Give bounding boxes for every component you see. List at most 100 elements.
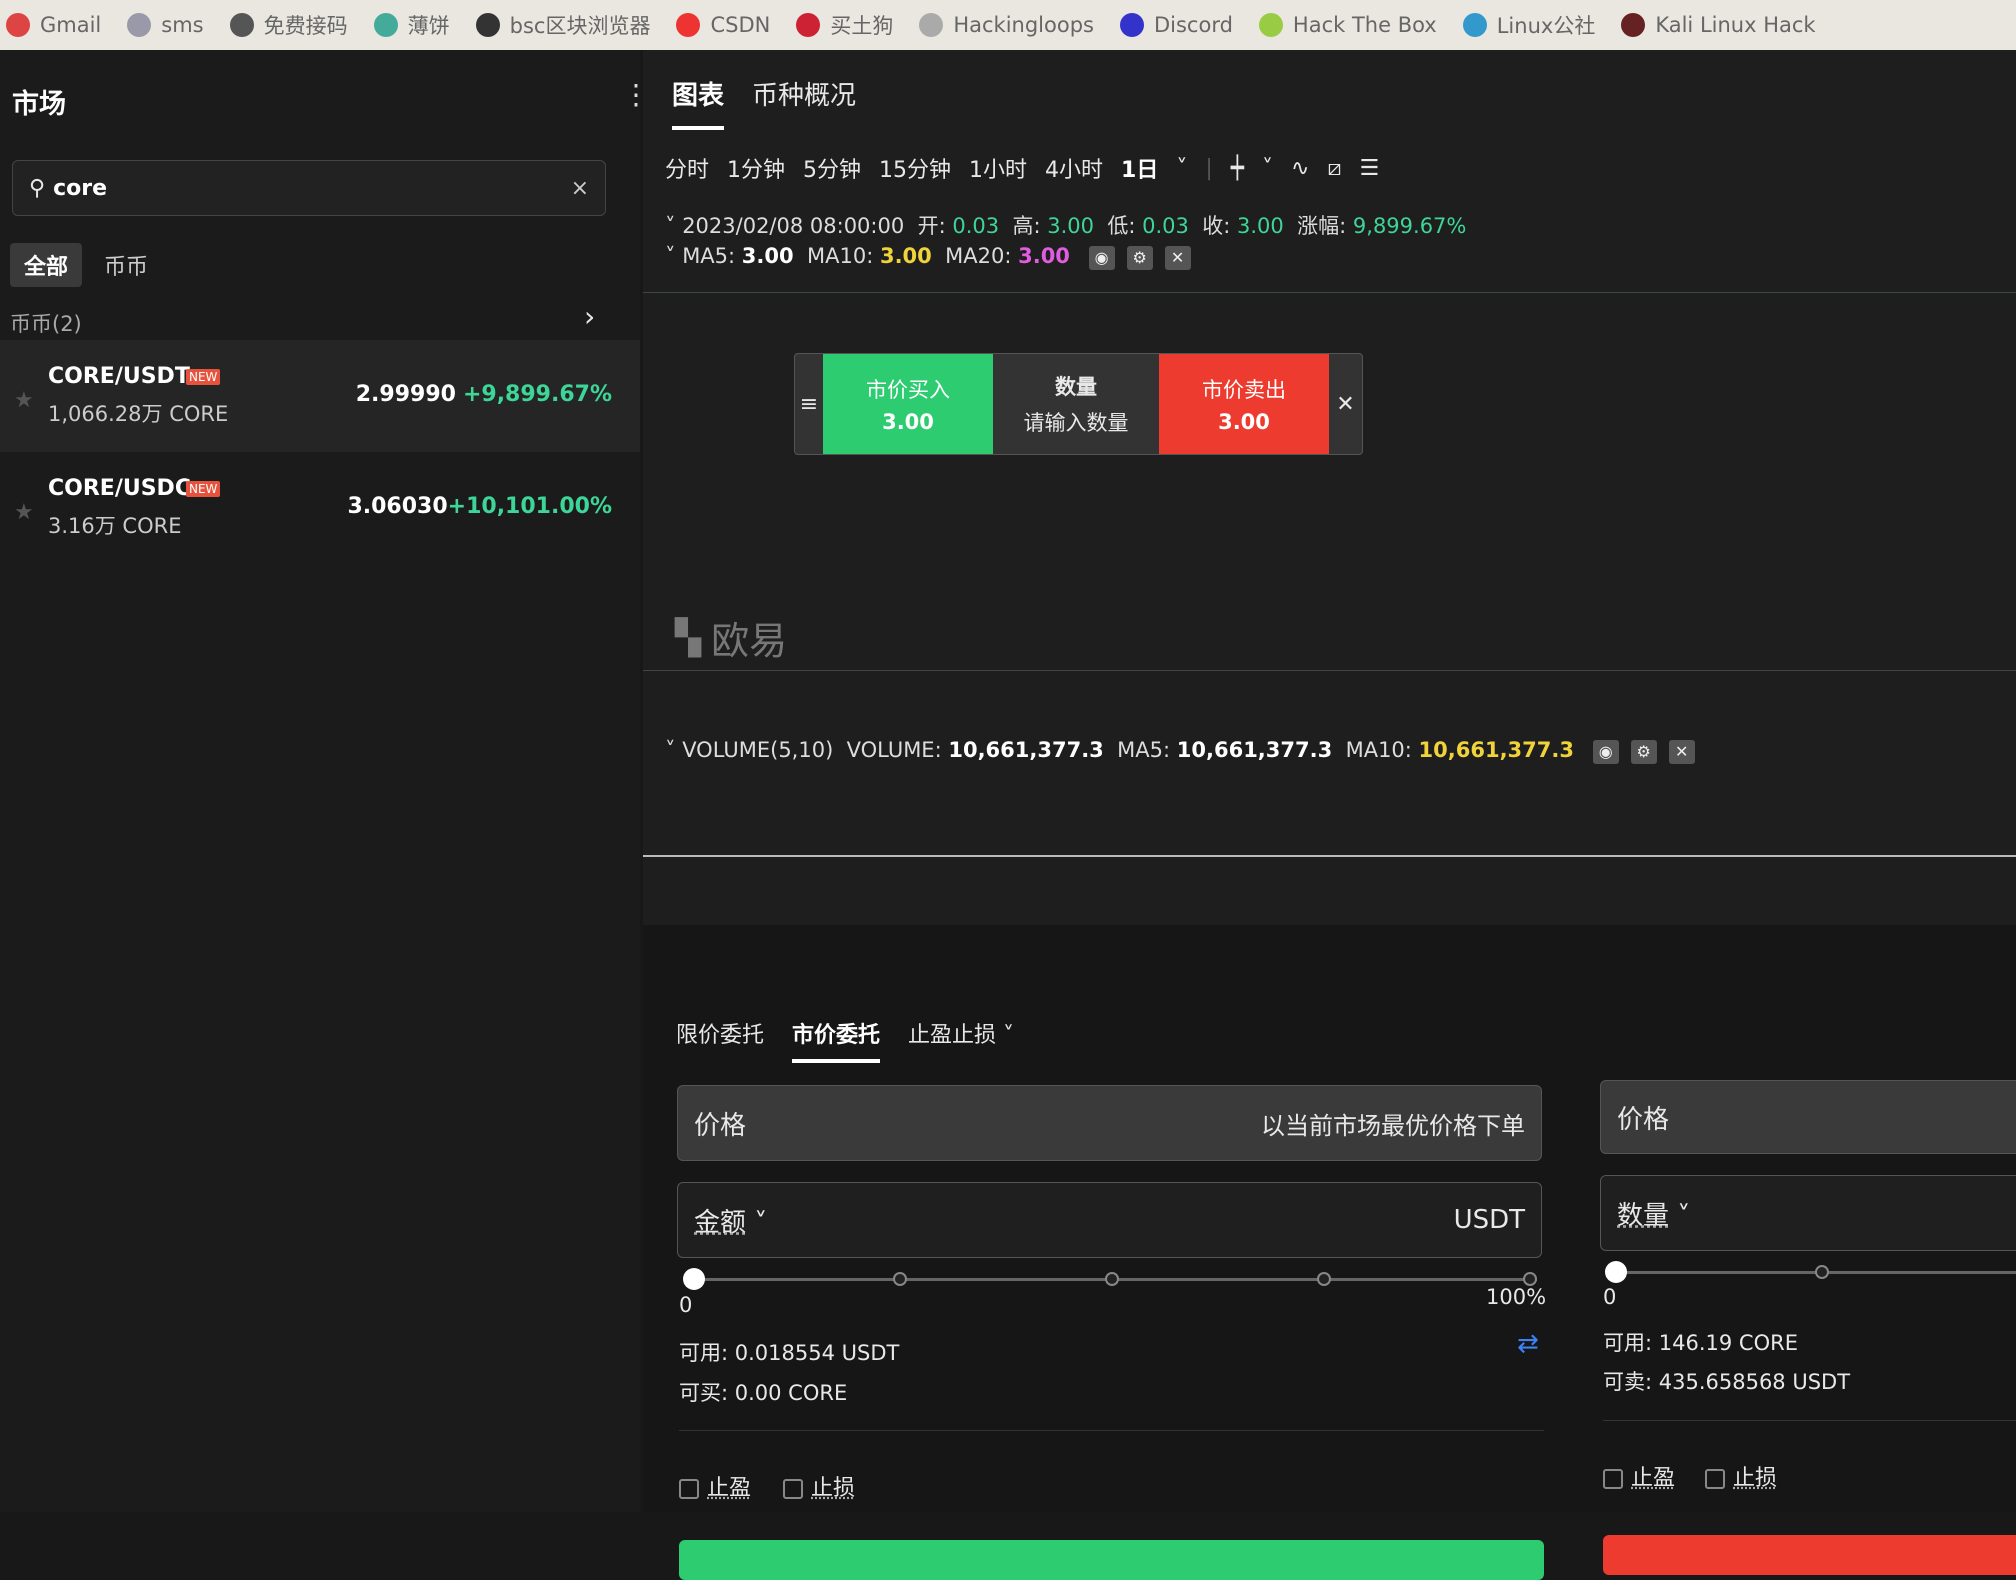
bookmark-icon	[127, 13, 152, 37]
sell-can-sell: 可卖: 435.658568 USDT	[1603, 1370, 1851, 1394]
buy-can-buy: 可买: 0.00 CORE	[679, 1381, 848, 1405]
okx-watermark: ▚ 欧易	[675, 617, 788, 664]
candlestick-icon[interactable]: ┿	[1231, 156, 1244, 181]
chevron-right-icon[interactable]: ›	[584, 300, 595, 333]
bookmark-item[interactable]: 买土狗	[796, 10, 893, 40]
stop-loss-checkbox[interactable]: 止损	[783, 1470, 855, 1502]
search-icon: ⚲	[29, 175, 46, 201]
sell-price-field[interactable]: 价格	[1600, 1080, 2016, 1154]
quantity-input[interactable]: 数量 请输入数量	[993, 354, 1159, 454]
stop-loss-checkbox[interactable]: 止损	[1705, 1460, 1777, 1492]
tab-limit[interactable]: 限价委托	[676, 1017, 764, 1063]
interval-1[interactable]: 1分钟	[727, 152, 785, 184]
line-chart-icon[interactable]: ∿	[1291, 156, 1309, 181]
interval-5[interactable]: 4小时	[1045, 152, 1103, 184]
chevron-down-icon[interactable]: ˅	[1262, 156, 1273, 181]
interval-2[interactable]: 5分钟	[803, 152, 861, 184]
close-icon[interactable]: ✕	[1164, 246, 1191, 270]
new-badge: NEW	[186, 369, 221, 385]
bookmark-item[interactable]: sms	[127, 13, 204, 37]
interval-3[interactable]: 15分钟	[879, 152, 951, 184]
bookmark-icon	[1621, 13, 1646, 37]
gear-icon[interactable]: ⚙	[1630, 740, 1657, 764]
slider-handle[interactable]	[1605, 1261, 1627, 1283]
star-icon[interactable]: ★	[14, 388, 34, 413]
search-input[interactable]: ⚲ core ×	[12, 160, 606, 216]
pair-change: +9,899.67%	[462, 382, 612, 407]
bookmark-item[interactable]: 免费接码	[229, 10, 348, 40]
sell-amount-field[interactable]: 数量 ˅	[1600, 1175, 2016, 1251]
search-value: core	[53, 175, 108, 201]
transfer-icon[interactable]: ⇄	[1517, 1329, 1539, 1359]
bookmark-item[interactable]: Linux公社	[1462, 10, 1595, 40]
market-sell-button[interactable]: 市价卖出 3.00	[1159, 354, 1329, 454]
tab-chart[interactable]: 图表	[672, 75, 725, 130]
filter-spot[interactable]: 币币	[90, 243, 162, 287]
indicators-icon[interactable]: ☰	[1359, 156, 1379, 181]
sell-slider[interactable]	[1605, 1261, 2016, 1283]
interval-toolbar: 分时 1分钟 5分钟 15分钟 1小时 4小时 1日 ˅ | ┿ ˅ ∿ ⧄ ☰	[665, 152, 1379, 184]
pair-volume: 3.16万 CORE	[48, 514, 182, 538]
order-panel: 限价委托 市价委托 止盈止损 ˅ 价格 以当前市场最优价格下单 金额 ˅ USDT …	[643, 925, 2016, 1580]
star-icon[interactable]: ★	[14, 500, 34, 525]
pair-name: CORE/USDT	[48, 364, 190, 389]
pair-change: +10,101.00%	[447, 494, 612, 519]
close-icon[interactable]: ✕	[1329, 354, 1362, 454]
market-row[interactable]: ★ CORE/USDT NEW 1,066.28万 CORE 2.99990 +…	[0, 340, 640, 452]
gear-icon[interactable]: ⚙	[1126, 246, 1153, 270]
clear-icon[interactable]: ×	[571, 176, 589, 201]
market-row[interactable]: ★ CORE/USDC NEW 3.16万 CORE 3.06030+10,10…	[0, 452, 640, 564]
bookmark-item[interactable]: Discord	[1119, 13, 1233, 37]
interval-0[interactable]: 分时	[665, 152, 709, 184]
interval-6[interactable]: 1日	[1121, 152, 1158, 184]
eye-icon[interactable]: ◉	[1592, 740, 1619, 764]
tab-market[interactable]: 市价委托	[792, 1017, 881, 1063]
pair-name: CORE/USDC	[48, 476, 191, 501]
bookmark-icon	[1119, 13, 1144, 37]
buy-slider[interactable]	[683, 1268, 1537, 1290]
buy-available: 可用: 0.018554 USDT	[679, 1341, 900, 1365]
drag-handle-icon[interactable]: ≡	[795, 354, 823, 454]
tab-tpsl[interactable]: 止盈止损 ˅	[908, 1017, 1014, 1063]
slider-min: 0	[1603, 1285, 1617, 1309]
main-panel: 图表 币种概况 分时 1分钟 5分钟 15分钟 1小时 4小时 1日 ˅ | ┿ ˅ ∿ ⧄ ☰ ˅ 20…	[643, 50, 2016, 1580]
ma-line: ˅ MA5: 3.00 MA10: 3.00 MA20: 3.00 ◉ ⚙ ✕	[665, 244, 1191, 270]
quick-trade-widget: ≡ 市价买入 3.00 数量 请输入数量 市价卖出 3.00 ✕	[794, 353, 1363, 455]
bookmark-item[interactable]: Kali Linux Hack	[1621, 13, 1816, 37]
ruler-icon[interactable]: ⧄	[1327, 156, 1341, 181]
close-icon[interactable]: ✕	[1668, 740, 1695, 764]
bookmark-item[interactable]: CSDN	[676, 13, 770, 37]
chevron-down-icon[interactable]: ˅	[1176, 156, 1187, 181]
bookmark-item[interactable]: bsc区块浏览器	[475, 10, 650, 40]
bookmark-item[interactable]: Gmail	[6, 13, 101, 37]
bookmark-icon	[373, 13, 398, 37]
sidebar-title: 市场	[12, 89, 66, 120]
bookmark-icon	[229, 13, 254, 37]
bookmark-icon	[475, 13, 500, 37]
section-label: 币币(2)	[10, 312, 82, 336]
bookmark-icon	[796, 13, 821, 37]
filter-all[interactable]: 全部	[10, 243, 83, 287]
bookmark-item[interactable]: Hackingloops	[919, 13, 1094, 37]
new-badge: NEW	[186, 481, 221, 497]
ohlc-line: ˅ 2023/02/08 08:00:00 开: 0.03 高: 3.00 低:…	[665, 214, 1467, 238]
buy-button[interactable]	[679, 1540, 1544, 1580]
bookmark-icon	[1258, 13, 1283, 37]
volume-line: ˅ VOLUME(5,10) VOLUME: 10,661,377.3 MA5:…	[665, 738, 1695, 764]
eye-icon[interactable]: ◉	[1088, 246, 1115, 270]
bookmark-item[interactable]: Hack The Box	[1258, 13, 1437, 37]
take-profit-checkbox[interactable]: 止盈	[1603, 1460, 1675, 1492]
tab-overview[interactable]: 币种概况	[752, 75, 856, 130]
take-profit-checkbox[interactable]: 止盈	[679, 1470, 751, 1502]
market-sidebar: 市场 ⋮ ⚲ core × 全部 币币 币币(2) › ★ CORE/USDT …	[0, 50, 650, 1512]
sell-available: 可用: 146.19 CORE	[1603, 1331, 1798, 1355]
slider-handle[interactable]	[683, 1268, 705, 1290]
slider-min: 0	[679, 1293, 693, 1317]
interval-4[interactable]: 1小时	[969, 152, 1027, 184]
market-buy-button[interactable]: 市价买入 3.00	[823, 354, 993, 454]
sell-button[interactable]	[1603, 1535, 2016, 1575]
slider-max: 100%	[1486, 1285, 1547, 1309]
buy-price-field[interactable]: 价格 以当前市场最优价格下单	[677, 1085, 1542, 1161]
buy-amount-field[interactable]: 金额 ˅ USDT	[677, 1182, 1542, 1258]
bookmark-item[interactable]: 薄饼	[373, 10, 450, 40]
